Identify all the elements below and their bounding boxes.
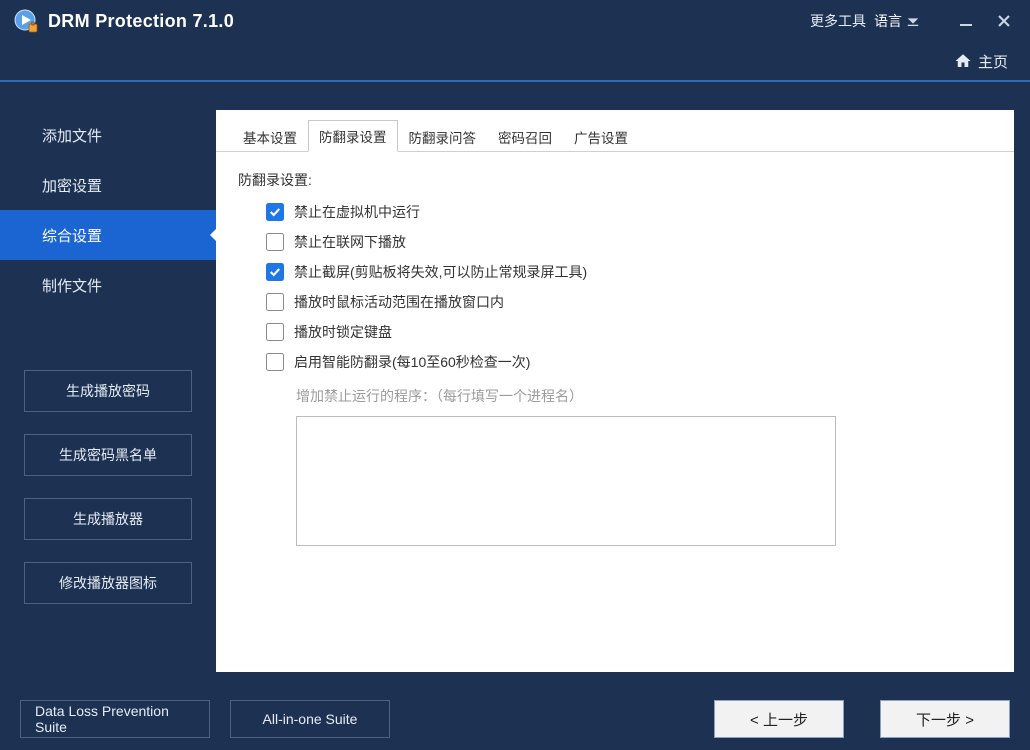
tab-ad-settings[interactable]: 广告设置 xyxy=(563,121,639,152)
checkbox-row-smart-anti-record: 启用智能防翻录(每10至60秒检查一次) xyxy=(266,352,992,372)
all-in-one-suite-button[interactable]: All-in-one Suite xyxy=(230,700,390,738)
app-logo-icon xyxy=(14,9,38,33)
sidebar-item-general-settings[interactable]: 综合设置 xyxy=(0,210,216,260)
generate-password-blacklist-button[interactable]: 生成密码黑名单 xyxy=(24,434,192,476)
checkbox-no-screenshot[interactable] xyxy=(266,263,284,281)
tab-password-recall[interactable]: 密码召回 xyxy=(487,121,563,152)
home-icon xyxy=(954,52,972,70)
content-panel: 基本设置 防翻录设置 防翻录问答 密码召回 广告设置 防翻录设置: 禁止在虚拟机… xyxy=(216,110,1014,672)
checkbox-row-lock-keyboard: 播放时锁定键盘 xyxy=(266,322,992,342)
modify-player-icon-button[interactable]: 修改播放器图标 xyxy=(24,562,192,604)
checkbox-no-network[interactable] xyxy=(266,233,284,251)
checkbox-row-no-network: 禁止在联网下播放 xyxy=(266,232,992,252)
language-dropdown[interactable]: 语言 xyxy=(874,11,920,31)
checkbox-no-vm[interactable] xyxy=(266,203,284,221)
checkbox-lock-keyboard[interactable] xyxy=(266,323,284,341)
prev-step-button[interactable]: < 上一步 xyxy=(714,700,844,738)
generate-play-password-button[interactable]: 生成播放密码 xyxy=(24,370,192,412)
sidebar-item-make-file[interactable]: 制作文件 xyxy=(0,260,216,310)
tabs-row: 基本设置 防翻录设置 防翻录问答 密码召回 广告设置 xyxy=(216,110,1014,152)
sidebar-item-label: 加密设置 xyxy=(42,175,102,196)
tab-body: 防翻录设置: 禁止在虚拟机中运行 禁止在联网下播放 禁止截屏(剪贴板将失效,可以… xyxy=(216,152,1014,567)
checkbox-label: 禁止截屏(剪贴板将失效,可以防止常规录屏工具) xyxy=(294,262,587,282)
dlp-suite-button[interactable]: Data Loss Prevention Suite xyxy=(20,700,210,738)
main-area: 添加文件 加密设置 综合设置 制作文件 生成播放密码 生成密码黑名单 生成播放器… xyxy=(0,82,1030,688)
titlebar: DRM Protection 7.1.0 更多工具 语言 xyxy=(0,0,1030,42)
checkbox-label: 禁止在联网下播放 xyxy=(294,232,406,252)
more-tools-link[interactable]: 更多工具 xyxy=(810,11,866,31)
home-label: 主页 xyxy=(978,51,1008,72)
sidebar-item-add-file[interactable]: 添加文件 xyxy=(0,110,216,160)
home-link[interactable]: 主页 xyxy=(954,51,1008,72)
sidebar-item-label: 综合设置 xyxy=(42,225,102,246)
tab-anti-record-settings[interactable]: 防翻录设置 xyxy=(308,120,398,152)
blocked-processes-textarea[interactable] xyxy=(296,416,836,546)
sidebar: 添加文件 加密设置 综合设置 制作文件 生成播放密码 生成密码黑名单 生成播放器… xyxy=(0,110,216,672)
checkbox-row-mouse-in-window: 播放时鼠标活动范围在播放窗口内 xyxy=(266,292,992,312)
checkbox-label: 播放时锁定键盘 xyxy=(294,322,392,342)
checkbox-row-no-vm: 禁止在虚拟机中运行 xyxy=(266,202,992,222)
app-title: DRM Protection 7.1.0 xyxy=(48,11,234,32)
footer: Data Loss Prevention Suite All-in-one Su… xyxy=(0,688,1030,750)
tab-basic-settings[interactable]: 基本设置 xyxy=(232,121,308,152)
next-step-button[interactable]: 下一步 > xyxy=(880,700,1010,738)
sidebar-item-label: 制作文件 xyxy=(42,275,102,296)
sidebar-item-label: 添加文件 xyxy=(42,125,102,146)
sidebar-buttons: 生成播放密码 生成密码黑名单 生成播放器 修改播放器图标 xyxy=(0,370,216,604)
checkbox-list: 禁止在虚拟机中运行 禁止在联网下播放 禁止截屏(剪贴板将失效,可以防止常规录屏工… xyxy=(238,202,992,372)
blocked-processes-hint: 增加禁止运行的程序：（每行填写一个进程名） xyxy=(238,386,992,406)
checkbox-mouse-in-window[interactable] xyxy=(266,293,284,311)
tab-anti-record-qa[interactable]: 防翻录问答 xyxy=(398,121,488,152)
language-label: 语言 xyxy=(874,11,902,31)
checkbox-row-no-screenshot: 禁止截屏(剪贴板将失效,可以防止常规录屏工具) xyxy=(266,262,992,282)
checkbox-smart-anti-record[interactable] xyxy=(266,353,284,371)
home-bar: 主页 xyxy=(0,42,1030,82)
minimize-button[interactable] xyxy=(954,9,978,33)
close-button[interactable] xyxy=(992,9,1016,33)
generate-player-button[interactable]: 生成播放器 xyxy=(24,498,192,540)
checkbox-label: 启用智能防翻录(每10至60秒检查一次) xyxy=(294,352,530,372)
sidebar-item-encrypt-settings[interactable]: 加密设置 xyxy=(0,160,216,210)
chevron-down-icon xyxy=(906,14,920,28)
section-title: 防翻录设置: xyxy=(238,170,992,190)
checkbox-label: 播放时鼠标活动范围在播放窗口内 xyxy=(294,292,504,312)
checkbox-label: 禁止在虚拟机中运行 xyxy=(294,202,420,222)
